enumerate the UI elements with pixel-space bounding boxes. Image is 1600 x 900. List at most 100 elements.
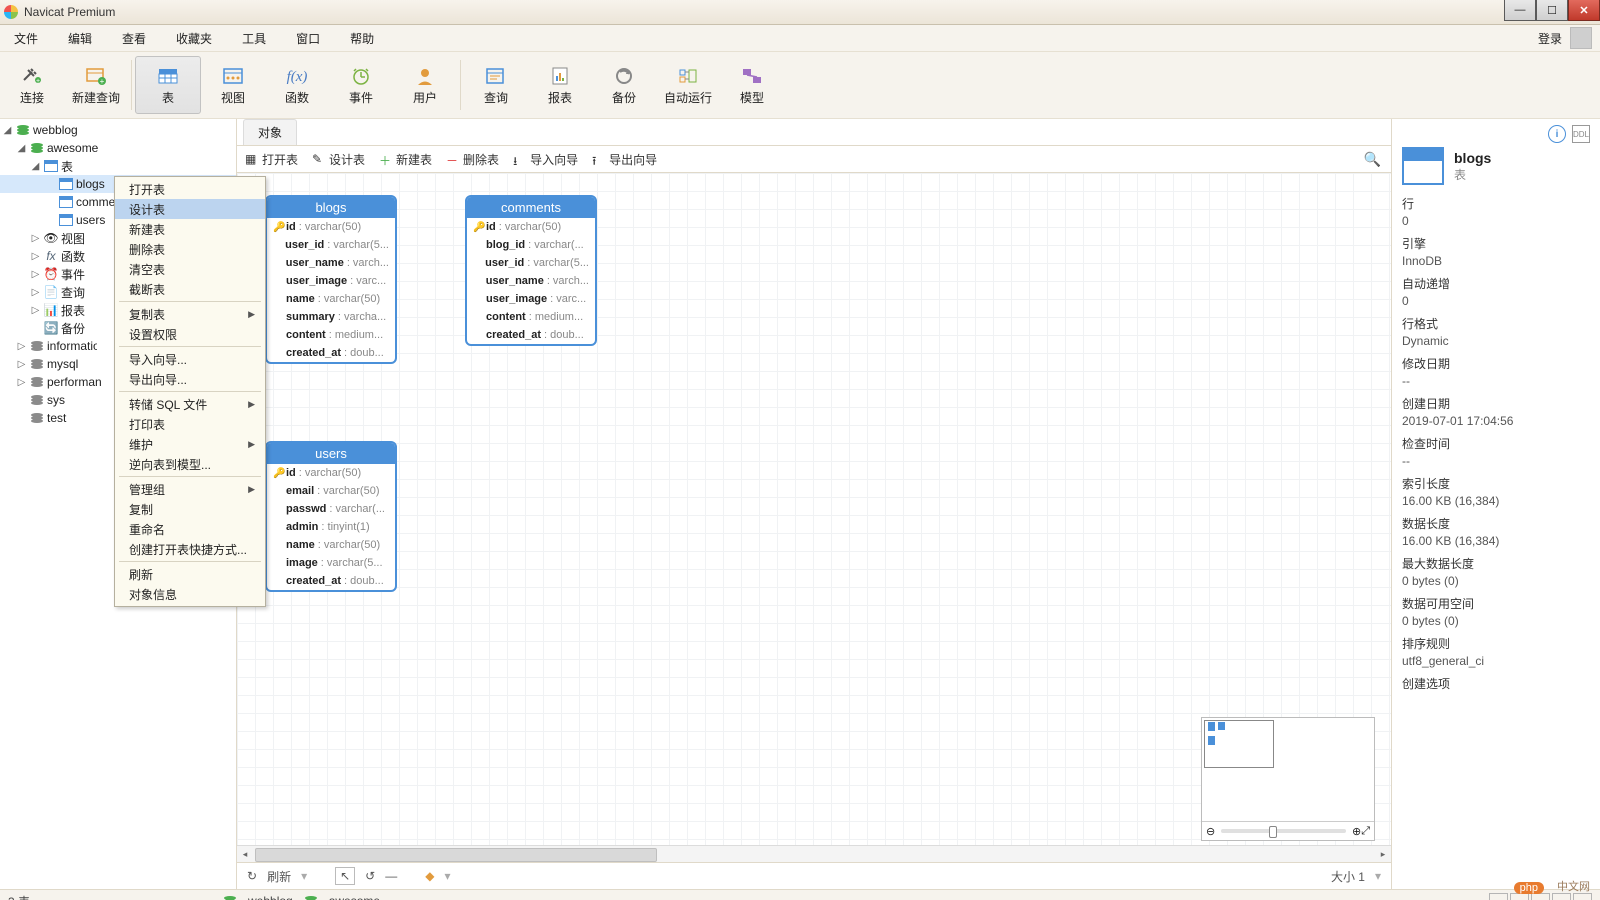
- erd-column[interactable]: user_name: varch...: [267, 254, 395, 272]
- menu-window[interactable]: 窗口: [290, 27, 326, 50]
- tree-backups[interactable]: 备份: [61, 320, 85, 337]
- ribbon-query[interactable]: 查询: [464, 56, 528, 114]
- ctx-item[interactable]: 删除表: [115, 239, 265, 259]
- erd-column[interactable]: image: varchar(5...: [267, 554, 395, 572]
- ribbon-user[interactable]: 用户: [393, 56, 457, 114]
- menu-file[interactable]: 文件: [8, 27, 44, 50]
- ctx-item[interactable]: 导出向导...: [115, 369, 265, 389]
- pointer-tool-icon[interactable]: ↖: [335, 867, 355, 885]
- menu-edit[interactable]: 编辑: [62, 27, 98, 50]
- ctx-item[interactable]: 转储 SQL 文件▶: [115, 394, 265, 414]
- tree-reports[interactable]: 报表: [61, 302, 85, 319]
- maximize-button[interactable]: ☐: [1536, 0, 1568, 21]
- erd-column[interactable]: content: medium...: [267, 326, 395, 344]
- context-menu[interactable]: 打开表设计表新建表删除表清空表截断表复制表▶设置权限导入向导...导出向导...…: [114, 176, 266, 607]
- ctx-item[interactable]: 复制: [115, 499, 265, 519]
- avatar-icon[interactable]: [1570, 27, 1592, 49]
- expand-icon[interactable]: ▷: [30, 269, 41, 280]
- info-icon[interactable]: i: [1548, 125, 1566, 143]
- close-button[interactable]: ✕: [1568, 0, 1600, 21]
- expand-icon[interactable]: ▷: [30, 251, 41, 262]
- erd-column[interactable]: 🔑id: varchar(50): [467, 218, 595, 236]
- refresh-icon[interactable]: ↻: [247, 869, 257, 883]
- tree-table-users[interactable]: users: [76, 213, 105, 227]
- erd-column[interactable]: content: medium...: [467, 308, 595, 326]
- expand-icon[interactable]: ▷: [30, 233, 41, 244]
- ctx-item[interactable]: 新建表: [115, 219, 265, 239]
- expand-icon[interactable]: ◢: [30, 161, 41, 172]
- erd-table-header[interactable]: comments: [467, 197, 595, 218]
- refresh-label[interactable]: 刷新: [267, 868, 291, 885]
- ctx-item[interactable]: 设计表: [115, 199, 265, 219]
- ctx-item[interactable]: 截断表: [115, 279, 265, 299]
- tree-events[interactable]: 事件: [61, 266, 85, 283]
- list-view-icon[interactable]: [1489, 893, 1508, 900]
- erd-column[interactable]: blog_id: varchar(...: [467, 236, 595, 254]
- ribbon-view[interactable]: 视图: [201, 56, 265, 114]
- ctx-item[interactable]: 维护▶: [115, 434, 265, 454]
- ctx-item[interactable]: 重命名: [115, 519, 265, 539]
- status-connection[interactable]: webblog: [248, 894, 293, 900]
- tree-db-perf[interactable]: performance_schema: [47, 375, 102, 389]
- erd-column[interactable]: email: varchar(50): [267, 482, 395, 500]
- tb-design-table[interactable]: ✎设计表: [312, 151, 365, 168]
- ctx-item[interactable]: 逆向表到模型...: [115, 454, 265, 474]
- ctx-item[interactable]: 打印表: [115, 414, 265, 434]
- zoom-slider[interactable]: [1221, 829, 1346, 833]
- zoom-out-button[interactable]: ⊖: [1206, 825, 1215, 838]
- menu-help[interactable]: 帮助: [344, 27, 380, 50]
- search-icon[interactable]: 🔍: [1364, 151, 1381, 168]
- zoom-in-button[interactable]: ⊕: [1352, 825, 1361, 838]
- erd-column[interactable]: user_name: varch...: [467, 272, 595, 290]
- tree-functions[interactable]: 函数: [61, 248, 85, 265]
- erd-column[interactable]: user_id: varchar(5...: [467, 254, 595, 272]
- hand-tool-icon[interactable]: ↺: [365, 869, 375, 883]
- erd-column[interactable]: summary: varcha...: [267, 308, 395, 326]
- tree-database[interactable]: awesome: [47, 141, 98, 155]
- expand-icon[interactable]: ▷: [16, 377, 27, 388]
- ctx-item[interactable]: 复制表▶: [115, 304, 265, 324]
- tb-delete-table[interactable]: －删除表: [446, 151, 499, 168]
- erd-column[interactable]: created_at: doub...: [267, 344, 395, 362]
- ribbon-table[interactable]: 表: [135, 56, 201, 114]
- tree-db-info[interactable]: information_schema: [47, 339, 97, 353]
- tab-objects[interactable]: 对象: [243, 119, 297, 145]
- tb-new-table[interactable]: ＋新建表: [379, 151, 432, 168]
- erd-table-blogs[interactable]: blogs🔑id: varchar(50)user_id: varchar(5.…: [265, 195, 397, 364]
- minimize-button[interactable]: —: [1504, 0, 1536, 21]
- erd-column[interactable]: 🔑id: varchar(50): [267, 464, 395, 482]
- erd-column[interactable]: admin: tinyint(1): [267, 518, 395, 536]
- erd-column[interactable]: 🔑id: varchar(50): [267, 218, 395, 236]
- ddl-icon[interactable]: DDL: [1572, 125, 1590, 143]
- ribbon-new-query[interactable]: +新建查询: [64, 56, 128, 114]
- ribbon-event[interactable]: 事件: [329, 56, 393, 114]
- erd-table-users[interactable]: users🔑id: varchar(50)email: varchar(50)p…: [265, 441, 397, 592]
- expand-icon[interactable]: ▷: [30, 287, 41, 298]
- expand-icon[interactable]: ◢: [16, 143, 27, 154]
- menu-favorites[interactable]: 收藏夹: [170, 27, 218, 50]
- ctx-item[interactable]: 清空表: [115, 259, 265, 279]
- erd-column[interactable]: passwd: varchar(...: [267, 500, 395, 518]
- zoom-fit-button[interactable]: ⤢: [1361, 825, 1370, 838]
- line-tool-icon[interactable]: —: [385, 869, 397, 883]
- tb-import[interactable]: ⭳导入向导: [513, 151, 578, 168]
- ribbon-report[interactable]: 报表: [528, 56, 592, 114]
- scroll-left-icon[interactable]: ◂: [237, 846, 253, 862]
- ctx-item[interactable]: 刷新: [115, 564, 265, 584]
- expand-icon[interactable]: ▷: [16, 359, 27, 370]
- login-link[interactable]: 登录: [1538, 30, 1562, 47]
- tree-db-mysql[interactable]: mysql: [47, 357, 78, 371]
- tree-queries[interactable]: 查询: [61, 284, 85, 301]
- ribbon-model[interactable]: 模型: [720, 56, 784, 114]
- erd-canvas[interactable]: blogs🔑id: varchar(50)user_id: varchar(5.…: [237, 173, 1391, 845]
- ribbon-automation[interactable]: 自动运行: [656, 56, 720, 114]
- erd-table-header[interactable]: users: [267, 443, 395, 464]
- ctx-item[interactable]: 导入向导...: [115, 349, 265, 369]
- tb-open-table[interactable]: ▦打开表: [245, 151, 298, 168]
- expand-icon[interactable]: ▷: [30, 305, 41, 316]
- erd-column[interactable]: user_id: varchar(5...: [267, 236, 395, 254]
- ctx-item[interactable]: 管理组▶: [115, 479, 265, 499]
- erd-column[interactable]: name: varchar(50): [267, 290, 395, 308]
- menu-tools[interactable]: 工具: [236, 27, 272, 50]
- ribbon-function[interactable]: f(x)函数: [265, 56, 329, 114]
